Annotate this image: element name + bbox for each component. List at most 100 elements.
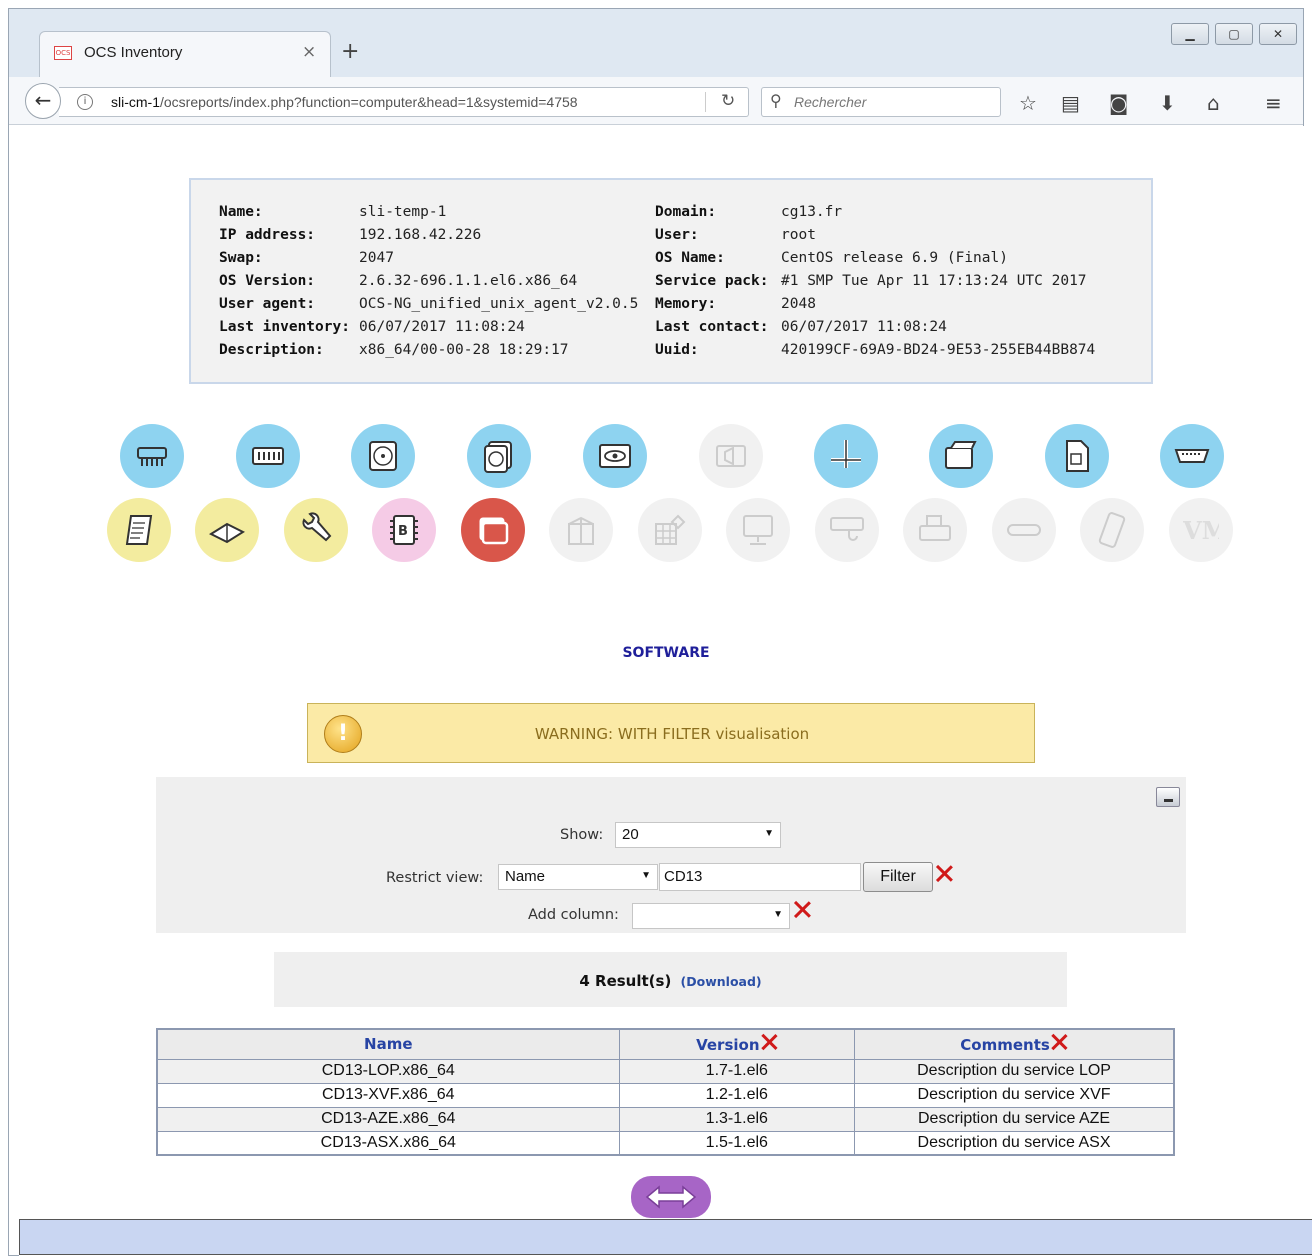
search-icon: ⚲ <box>770 91 782 110</box>
processor-icon[interactable] <box>120 424 184 488</box>
cell-version: 1.3-1.el6 <box>618 1106 856 1132</box>
configuration-icon[interactable] <box>284 498 348 562</box>
cell-version: 1.2-1.el6 <box>618 1082 856 1108</box>
clear-filter-icon[interactable] <box>934 863 954 883</box>
filter-panel: Show: 20 ▼ Restrict view: Name ▼ CD13 Filt… <box>156 777 1186 933</box>
remove-column-icon[interactable] <box>1050 1034 1068 1052</box>
monitors-icon[interactable] <box>726 498 790 562</box>
cell-name: CD13-LOP.x86_64 <box>156 1058 620 1084</box>
printers-icon[interactable] <box>903 498 967 562</box>
collapse-button[interactable] <box>1156 787 1180 807</box>
table-row: CD13-XVF.x86_64 1.2-1.el6 Description du… <box>156 1082 1175 1108</box>
title-bar: OCS OCS Inventory × + ▁ ▢ ✕ <box>9 9 1303 78</box>
minimize-button[interactable]: ▁ <box>1171 23 1209 45</box>
tab-title: OCS Inventory <box>84 44 183 61</box>
show-label: Show: <box>560 827 604 843</box>
result-summary: 4 Result(s) (Download) <box>274 952 1067 1007</box>
cell-name: CD13-ASX.x86_64 <box>156 1130 620 1156</box>
table-row: CD13-AZE.x86_64 1.3-1.el6 Description du… <box>156 1106 1175 1132</box>
restrict-value-input[interactable]: CD13 <box>659 863 861 891</box>
administrative-info-icon[interactable] <box>195 498 259 562</box>
scroll-toggle-button[interactable] <box>631 1176 711 1218</box>
bookmarks-list-icon[interactable]: ▤ <box>1061 93 1080 113</box>
chevron-down-icon: ▼ <box>773 909 783 920</box>
software-icon[interactable] <box>461 498 525 562</box>
network-icon[interactable] <box>814 424 878 488</box>
cell-comments: Description du service ASX <box>854 1130 1175 1156</box>
close-window-button[interactable]: ✕ <box>1259 23 1297 45</box>
cell-comments: Description du service XVF <box>854 1082 1175 1108</box>
virtual-machines-icon[interactable]: VM <box>1169 498 1233 562</box>
column-header-comments[interactable]: Comments <box>854 1028 1175 1060</box>
table-header-row: Name Version Comments <box>156 1028 1175 1060</box>
modems-icon[interactable] <box>992 498 1056 562</box>
sound-icon[interactable] <box>699 424 763 488</box>
packages-icon[interactable] <box>549 498 613 562</box>
vm-label: VM <box>1183 516 1219 545</box>
browser-tab[interactable]: OCS OCS Inventory × <box>39 31 331 78</box>
cell-name: CD13-XVF.x86_64 <box>156 1082 620 1108</box>
download-link[interactable]: (Download) <box>681 974 762 989</box>
info-icon[interactable]: i <box>77 94 93 110</box>
back-button[interactable]: ← <box>25 83 61 119</box>
restrict-view-label: Restrict view: <box>386 870 484 886</box>
restrict-field-select[interactable]: Name ▼ <box>498 864 658 890</box>
search-placeholder: Rechercher <box>794 94 867 110</box>
browser-window: OCS OCS Inventory × + ▁ ▢ ✕ i sli-cm-1/o… <box>8 8 1312 1256</box>
pocket-icon[interactable]: ◙ <box>1109 93 1128 113</box>
clear-column-icon[interactable] <box>792 899 812 919</box>
cell-version: 1.7-1.el6 <box>618 1058 856 1084</box>
page-content: Name: sli-temp-1 IP address: 192.168.42.22… <box>19 126 1312 1256</box>
maximize-button[interactable]: ▢ <box>1215 23 1253 45</box>
registry-icon[interactable] <box>107 498 171 562</box>
search-input[interactable]: ⚲ Rechercher <box>761 87 1001 117</box>
bios-letter: B <box>398 524 408 539</box>
bios-icon[interactable]: B <box>372 498 436 562</box>
double-arrow-icon <box>645 1185 697 1209</box>
section-title: SOFTWARE <box>622 645 710 661</box>
input-devices-icon[interactable] <box>815 498 879 562</box>
column-header-version[interactable]: Version <box>618 1028 856 1060</box>
ocs-favicon-icon: OCS <box>54 46 72 60</box>
software-table: Name Version Comments CD13-LOP.x86_64 1.… <box>156 1028 1175 1156</box>
memory-icon[interactable] <box>236 424 300 488</box>
menu-icon[interactable]: ≡ <box>1265 93 1282 113</box>
cell-comments: Description du service LOP <box>854 1058 1175 1084</box>
navigation-bar: i sli-cm-1/ocsreports/index.php?function… <box>9 77 1303 125</box>
warning-text: WARNING: WITH FILTER visualisation <box>534 725 810 743</box>
ports-icon[interactable] <box>1160 424 1224 488</box>
show-select[interactable]: 20 ▼ <box>615 822 781 848</box>
new-tab-button[interactable]: + <box>341 39 359 64</box>
reload-icon[interactable]: ↻ <box>721 91 735 111</box>
add-column-label: Add column: <box>528 907 619 923</box>
footer-bar <box>19 1219 1312 1255</box>
table-row: CD13-LOP.x86_64 1.7-1.el6 Description du… <box>156 1058 1175 1084</box>
groups-icon[interactable] <box>638 498 702 562</box>
column-header-name[interactable]: Name <box>156 1028 620 1060</box>
url-divider <box>705 92 706 112</box>
download-icon[interactable]: ⬇ <box>1159 93 1176 113</box>
add-column-select[interactable]: ▼ <box>632 903 790 929</box>
address-bar[interactable]: i sli-cm-1/ocsreports/index.php?function… <box>59 87 749 117</box>
cell-version: 1.5-1.el6 <box>618 1130 856 1156</box>
remove-column-icon[interactable] <box>760 1034 778 1052</box>
url-text[interactable]: sli-cm-1/ocsreports/index.php?function=c… <box>111 94 691 110</box>
drives-icon[interactable] <box>467 424 531 488</box>
cell-name: CD13-AZE.x86_64 <box>156 1106 620 1132</box>
result-count: 4 Result(s) <box>579 972 672 990</box>
computer-summary: Name: sli-temp-1 IP address: 192.168.42.22… <box>189 178 1153 384</box>
cell-comments: Description du service AZE <box>854 1106 1175 1132</box>
bookmark-star-icon[interactable]: ☆ <box>1019 93 1037 113</box>
controllers-icon[interactable] <box>929 424 993 488</box>
phones-icon[interactable] <box>1080 498 1144 562</box>
filter-button[interactable]: Filter <box>863 862 933 892</box>
chevron-down-icon: ▼ <box>641 870 651 881</box>
video-icon[interactable] <box>583 424 647 488</box>
chevron-down-icon: ▼ <box>764 828 774 839</box>
filter-warning: ! WARNING: WITH FILTER visualisation <box>307 703 1035 763</box>
table-row: CD13-ASX.x86_64 1.5-1.el6 Description du… <box>156 1130 1175 1156</box>
home-icon[interactable]: ⌂ <box>1207 93 1220 113</box>
tab-close-icon[interactable]: × <box>302 42 316 62</box>
storage-icon[interactable] <box>351 424 415 488</box>
slots-icon[interactable] <box>1045 424 1109 488</box>
